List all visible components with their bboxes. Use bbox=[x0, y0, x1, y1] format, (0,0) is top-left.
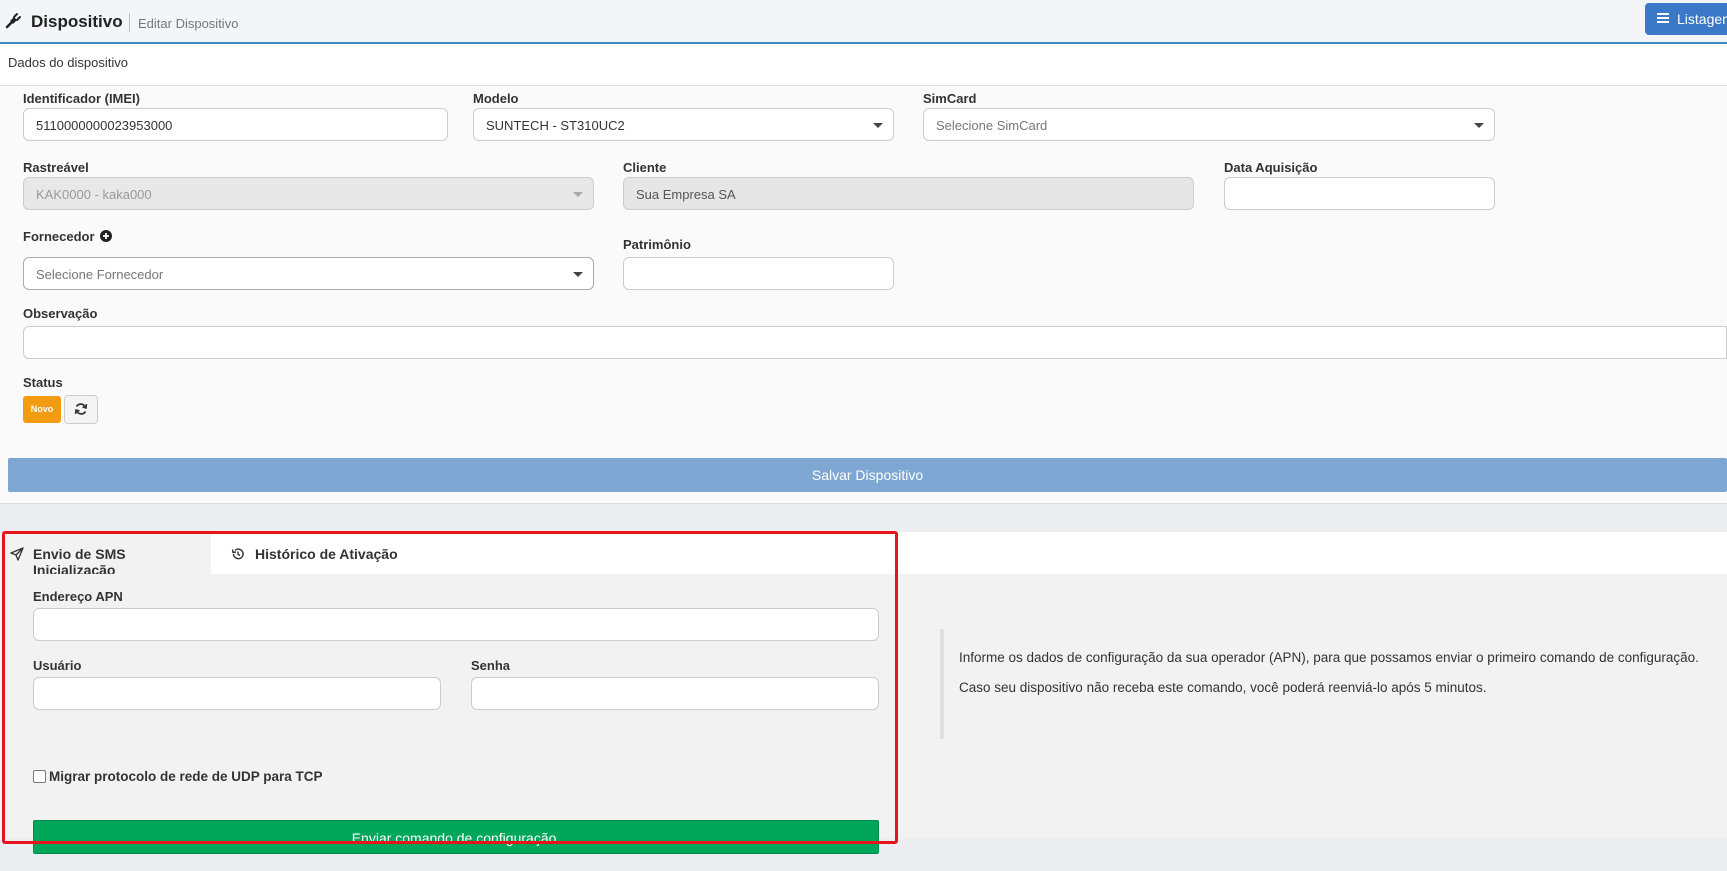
patrimonio-label: Patrimônio bbox=[623, 237, 691, 252]
fornecedor-placeholder: Selecione Fornecedor bbox=[36, 267, 164, 282]
password-input[interactable] bbox=[471, 677, 879, 710]
simcard-select[interactable]: Selecione SimCard bbox=[923, 108, 1495, 141]
data-aquisicao-input[interactable] bbox=[1224, 177, 1495, 210]
cliente-label: Cliente bbox=[623, 160, 667, 175]
menu-icon bbox=[1657, 13, 1669, 23]
tab-activation-history-label: Histórico de Ativação bbox=[255, 546, 398, 562]
chevron-down-icon bbox=[1474, 123, 1484, 128]
chevron-down-icon bbox=[873, 123, 883, 128]
observacao-label: Observação bbox=[23, 306, 98, 321]
model-select[interactable]: SUNTECH - ST310UC2 bbox=[473, 108, 894, 141]
apn-info-callout: Informe os dados de configuração da sua … bbox=[940, 629, 1727, 739]
fornecedor-label-text: Fornecedor bbox=[23, 229, 95, 244]
tabs-panel: Envio de SMS Inicialização Histórico de … bbox=[0, 532, 1727, 854]
sms-init-pane: Endereço APN Usuário Senha Migrar protoc… bbox=[0, 574, 1727, 854]
apn-label: Endereço APN bbox=[33, 589, 123, 604]
list-button[interactable]: Listagem bbox=[1645, 3, 1727, 35]
save-device-button[interactable]: Salvar Dispositivo bbox=[8, 458, 1727, 492]
imei-label: Identificador (IMEI) bbox=[23, 91, 140, 106]
tab-sms-init[interactable]: Envio de SMS Inicialização bbox=[0, 532, 211, 578]
page-title: Dispositivo bbox=[31, 12, 123, 31]
tab-activation-history[interactable]: Histórico de Ativação bbox=[231, 532, 431, 574]
refresh-status-button[interactable] bbox=[64, 395, 98, 424]
tab-bar: Envio de SMS Inicialização Histórico de … bbox=[0, 532, 1727, 578]
header-divider bbox=[129, 13, 130, 32]
status-label: Status bbox=[23, 375, 63, 390]
model-value: SUNTECH - ST310UC2 bbox=[486, 118, 625, 133]
device-form-card: Dados do dispositivo Identificador (IMEI… bbox=[0, 44, 1727, 504]
info-line-2: Caso seu dispositivo não receba este com… bbox=[959, 680, 1487, 695]
page-subtitle: Editar Dispositivo bbox=[138, 16, 239, 31]
patrimonio-input[interactable] bbox=[623, 257, 894, 290]
password-label: Senha bbox=[471, 658, 511, 673]
apn-input[interactable] bbox=[33, 608, 879, 641]
cliente-field: Sua Empresa SA bbox=[623, 177, 1194, 210]
user-input[interactable] bbox=[33, 677, 441, 710]
rastreavel-select: KAK0000 - kaka000 bbox=[23, 177, 594, 210]
cliente-value: Sua Empresa SA bbox=[636, 187, 736, 202]
simcard-placeholder: Selecione SimCard bbox=[936, 118, 1048, 133]
migrate-udp-tcp-label: Migrar protocolo de rede de UDP para TCP bbox=[49, 769, 323, 784]
refresh-icon bbox=[74, 403, 88, 415]
user-label: Usuário bbox=[33, 658, 82, 673]
list-button-label: Listagem bbox=[1677, 11, 1727, 27]
migrate-udp-tcp-checkbox[interactable] bbox=[33, 770, 46, 783]
fornecedor-select[interactable]: Selecione Fornecedor bbox=[23, 257, 594, 290]
info-line-1: Informe os dados de configuração da sua … bbox=[959, 650, 1699, 665]
simcard-label: SimCard bbox=[923, 91, 977, 106]
chevron-down-icon bbox=[573, 192, 583, 197]
paper-plane-icon bbox=[10, 547, 24, 561]
send-config-command-button[interactable]: Enviar comando de configuração. bbox=[33, 820, 879, 854]
card-title: Dados do dispositivo bbox=[0, 44, 1727, 86]
rastreavel-value: KAK0000 - kaka000 bbox=[36, 187, 152, 202]
page-header: Dispositivo Editar Dispositivo Listagem bbox=[0, 0, 1727, 44]
observacao-input[interactable] bbox=[23, 326, 1727, 359]
plug-icon bbox=[5, 13, 21, 29]
imei-value: 5110000000023953000 bbox=[36, 118, 173, 133]
chevron-down-icon bbox=[573, 272, 583, 277]
status-badge: Novo bbox=[23, 396, 61, 423]
rastreavel-label: Rastreável bbox=[23, 160, 89, 175]
imei-input[interactable]: 5110000000023953000 bbox=[23, 108, 448, 141]
history-icon bbox=[231, 548, 244, 560]
fornecedor-label: Fornecedor bbox=[23, 229, 113, 244]
model-label: Modelo bbox=[473, 91, 519, 106]
data-aquisicao-label: Data Aquisição bbox=[1224, 160, 1318, 175]
add-circle-icon[interactable] bbox=[100, 230, 113, 242]
